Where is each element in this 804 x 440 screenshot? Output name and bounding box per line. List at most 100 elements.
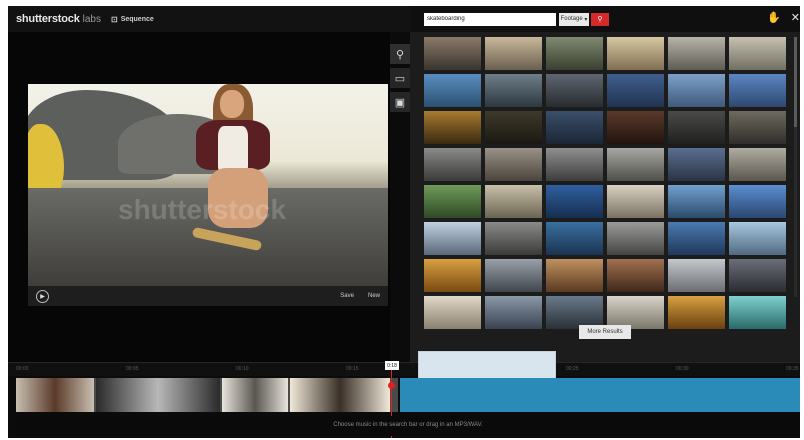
timeline-clip[interactable] (96, 378, 220, 412)
timeline-ruler[interactable]: 00:0000:0500:1000:1500:2000:2500:3000:35 (8, 362, 800, 376)
search-input[interactable] (424, 12, 556, 26)
save-button[interactable]: Save (340, 293, 354, 299)
timeline-clip[interactable] (290, 378, 390, 412)
play-icon: ▶ (40, 293, 45, 300)
result-thumbnail[interactable] (729, 37, 786, 70)
result-thumbnail[interactable] (485, 111, 542, 144)
result-thumbnail[interactable] (607, 222, 664, 255)
results-scrollbar[interactable] (794, 37, 797, 297)
search-button[interactable]: ⚲ (591, 12, 609, 26)
result-thumbnail[interactable] (424, 74, 481, 107)
result-thumbnail[interactable] (729, 111, 786, 144)
result-thumbnail[interactable] (424, 37, 481, 70)
sequence-label: Sequence (120, 15, 154, 23)
video-track (16, 378, 398, 412)
inbox-icon: ▭ (394, 72, 406, 85)
scene-skater (178, 84, 288, 259)
watermark: shutterstock (118, 194, 287, 225)
result-thumbnail[interactable] (668, 74, 725, 107)
top-bar: shutterstock labs ⊡ Sequence (8, 6, 410, 32)
scrollbar-thumb[interactable] (794, 37, 797, 127)
search-panel: Footage ▾ ⚲ ✋ ✕ More Results (410, 6, 800, 362)
playhead-time: 0:18 (385, 361, 399, 370)
result-thumbnail[interactable] (729, 74, 786, 107)
media-type-value: Footage (560, 16, 583, 22)
result-thumbnail[interactable] (729, 222, 786, 255)
result-thumbnail[interactable] (729, 148, 786, 181)
ruler-tick: 00:00 (16, 366, 29, 372)
result-thumbnail[interactable] (485, 148, 542, 181)
search-icon: ⚲ (597, 16, 603, 23)
result-thumbnail[interactable] (485, 74, 542, 107)
result-thumbnail[interactable] (546, 148, 603, 181)
result-thumbnail[interactable] (546, 111, 603, 144)
result-thumbnail[interactable] (729, 185, 786, 218)
result-thumbnail[interactable] (607, 148, 664, 181)
preview-area: shutterstock ▶ Save New (8, 32, 390, 362)
timeline-clip[interactable] (222, 378, 288, 412)
result-thumbnail[interactable] (546, 74, 603, 107)
ruler-tick: 00:05 (126, 366, 139, 372)
result-thumbnail[interactable] (607, 111, 664, 144)
media-type-select[interactable]: Footage ▾ (559, 12, 589, 26)
inbox-tool-button[interactable]: ▭ (390, 68, 410, 88)
audio-track[interactable] (400, 378, 800, 412)
result-thumbnail[interactable] (485, 296, 542, 329)
timeline-clip[interactable] (16, 378, 94, 412)
result-thumbnail[interactable] (607, 37, 664, 70)
app-window: shutterstock labs ⊡ Sequence shutterstoc… (8, 6, 800, 438)
result-thumbnail[interactable] (424, 111, 481, 144)
panel-actions: ✋ ✕ (767, 11, 800, 24)
result-thumbnail[interactable] (607, 185, 664, 218)
result-thumbnail[interactable] (485, 185, 542, 218)
more-results-button[interactable]: More Results (579, 325, 631, 339)
app-logo[interactable]: shutterstock (16, 13, 80, 25)
app-logo-sub: labs (82, 13, 101, 25)
result-thumbnail[interactable] (424, 148, 481, 181)
result-thumbnail[interactable] (668, 111, 725, 144)
ruler-tick: 00:15 (346, 366, 359, 372)
result-thumbnail[interactable] (546, 222, 603, 255)
skater-board (191, 226, 263, 252)
result-thumbnail[interactable] (424, 296, 481, 329)
results-grid (424, 37, 792, 329)
result-thumbnail[interactable] (607, 259, 664, 292)
result-thumbnail[interactable] (607, 74, 664, 107)
ruler-tick: 00:35 (786, 366, 799, 372)
result-thumbnail[interactable] (546, 37, 603, 70)
result-thumbnail[interactable] (424, 259, 481, 292)
hand-icon[interactable]: ✋ (767, 11, 781, 24)
result-thumbnail[interactable] (668, 148, 725, 181)
search-header: Footage ▾ ⚲ ✋ ✕ (410, 6, 800, 32)
result-thumbnail[interactable] (424, 185, 481, 218)
result-thumbnail[interactable] (729, 296, 786, 329)
result-thumbnail[interactable] (729, 259, 786, 292)
play-button[interactable]: ▶ (36, 289, 49, 303)
close-icon[interactable]: ✕ (791, 11, 800, 24)
result-thumbnail[interactable] (485, 37, 542, 70)
result-thumbnail[interactable] (485, 259, 542, 292)
sequence-icon: ⊡ (110, 14, 118, 24)
music-hint: Choose music in the search bar or drag i… (333, 422, 483, 428)
playhead-handle[interactable] (388, 382, 395, 389)
video-controls: ▶ Save New (28, 286, 388, 306)
result-thumbnail[interactable] (485, 222, 542, 255)
chevron-down-icon: ▾ (582, 16, 588, 23)
new-button[interactable]: New (368, 293, 380, 299)
sequence-menu[interactable]: ⊡ Sequence (111, 15, 154, 24)
result-thumbnail[interactable] (668, 222, 725, 255)
ruler-tick: 00:30 (676, 366, 689, 372)
result-thumbnail[interactable] (424, 222, 481, 255)
result-thumbnail[interactable] (668, 259, 725, 292)
video-preview[interactable]: shutterstock (28, 84, 388, 286)
result-thumbnail[interactable] (546, 259, 603, 292)
result-thumbnail[interactable] (668, 185, 725, 218)
result-thumbnail[interactable] (546, 185, 603, 218)
result-thumbnail[interactable] (668, 37, 725, 70)
tool-strip: ⚲ ▭ ▣ (390, 44, 410, 112)
folder-tool-button[interactable]: ▣ (390, 92, 410, 112)
music-row[interactable]: Choose music in the search bar or drag i… (16, 416, 800, 436)
search-tool-button[interactable]: ⚲ (390, 44, 410, 64)
result-thumbnail[interactable] (668, 296, 725, 329)
folder-icon: ▣ (394, 96, 406, 109)
